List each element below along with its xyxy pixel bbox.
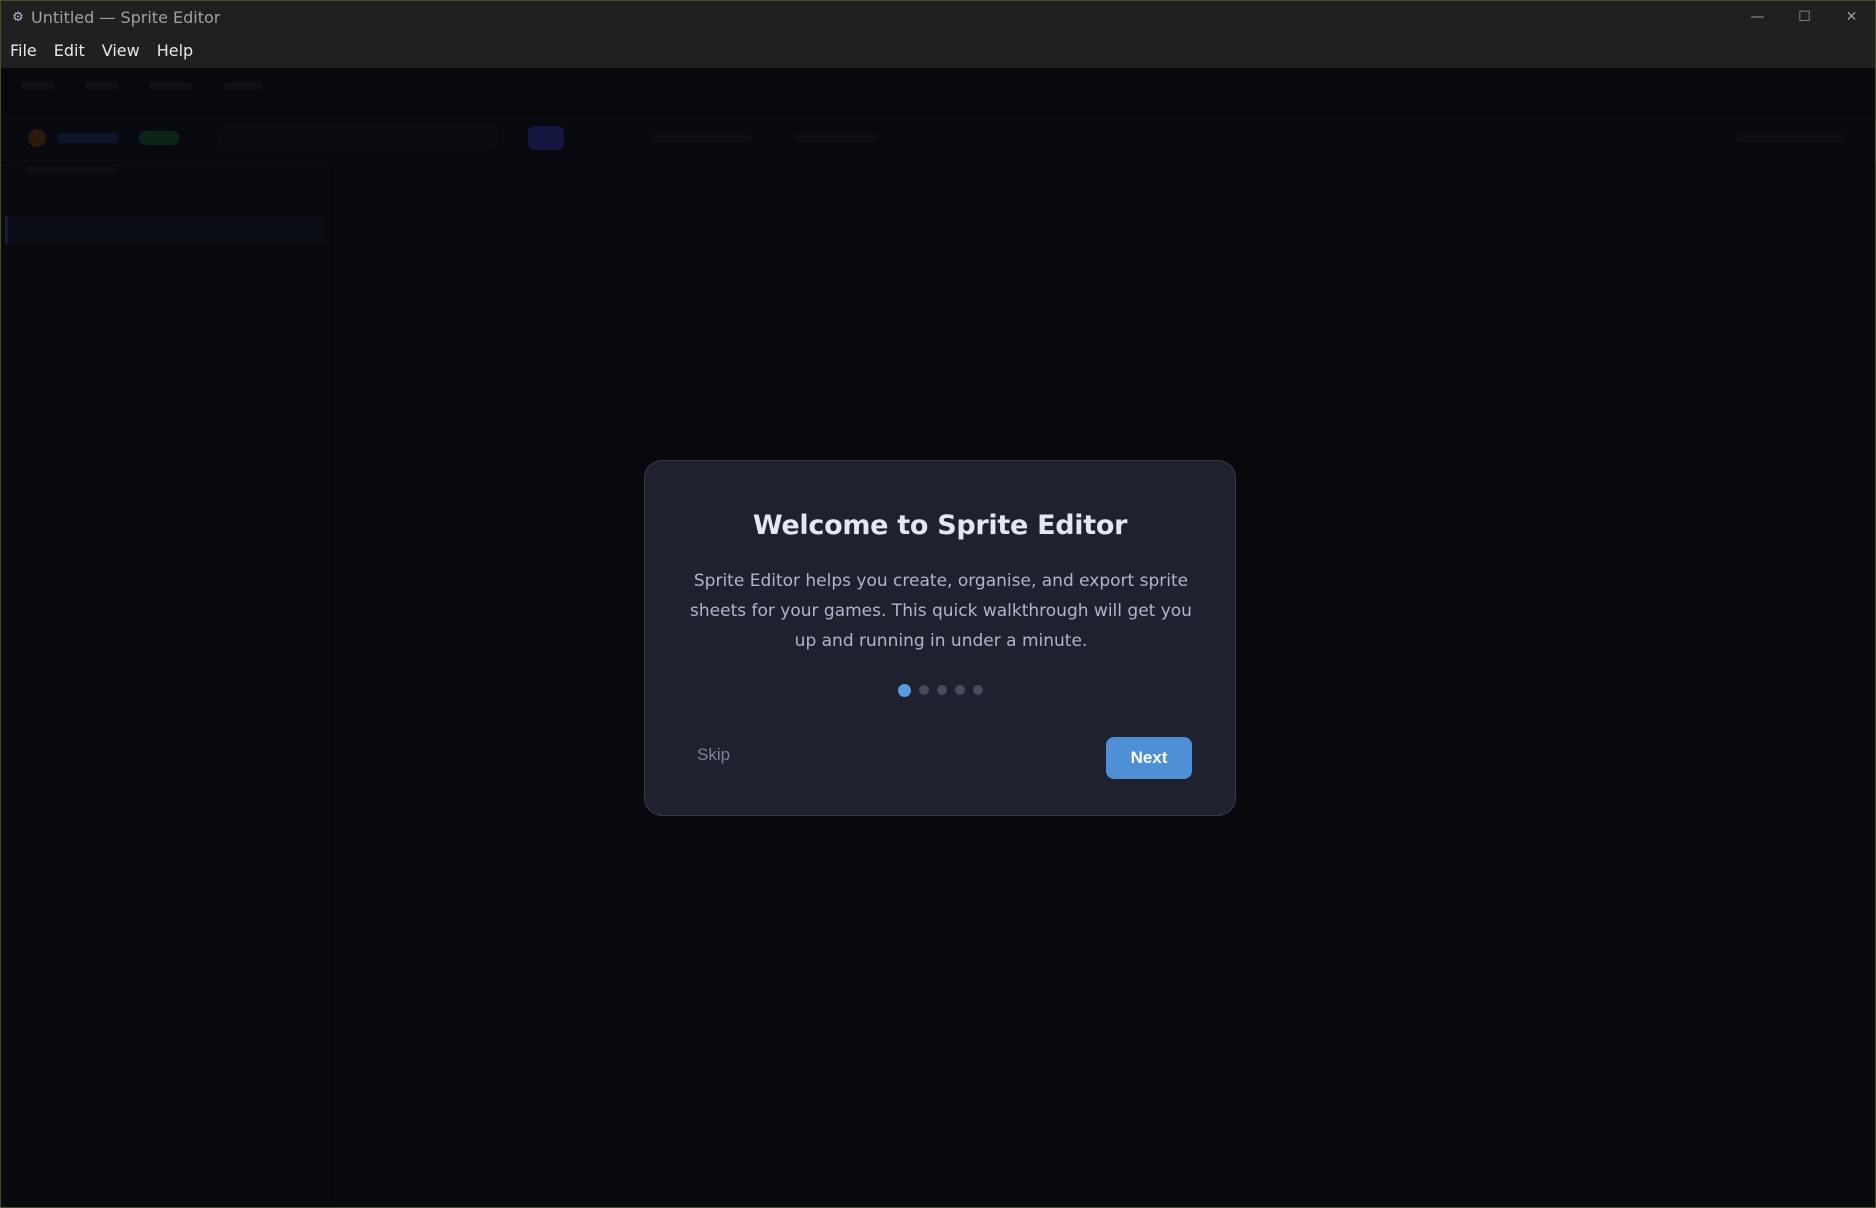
dimmed-toolbar-link bbox=[796, 134, 876, 142]
skip-button[interactable]: Skip bbox=[697, 745, 730, 765]
dimmed-search-input bbox=[219, 125, 499, 151]
step-dot[interactable] bbox=[972, 685, 983, 695]
dimmed-sidebar-item bbox=[5, 216, 324, 244]
step-dot[interactable] bbox=[954, 685, 965, 695]
dimmed-menu-item bbox=[85, 82, 119, 90]
app-window: ⚙ Untitled — Sprite Editor — ☐ ✕ File Ed… bbox=[0, 0, 1876, 1208]
minimize-button[interactable]: — bbox=[1734, 1, 1781, 33]
title-bar[interactable]: ⚙ Untitled — Sprite Editor — ☐ ✕ bbox=[1, 1, 1875, 33]
welcome-dialog: Welcome to Sprite Editor Sprite Editor h… bbox=[644, 460, 1236, 816]
menu-edit[interactable]: Edit bbox=[45, 41, 93, 60]
menu-bar: File Edit View Help bbox=[1, 33, 1875, 68]
step-dot[interactable] bbox=[918, 685, 929, 695]
dimmed-menu-item bbox=[21, 82, 55, 90]
maximize-button[interactable]: ☐ bbox=[1781, 1, 1828, 33]
dimmed-tool-chip bbox=[528, 126, 564, 150]
step-indicator bbox=[645, 683, 1235, 697]
dimmed-sidebar bbox=[1, 161, 330, 1207]
close-button[interactable]: ✕ bbox=[1828, 1, 1875, 33]
dimmed-status-badge bbox=[139, 131, 179, 145]
menu-view[interactable]: View bbox=[93, 41, 148, 60]
dimmed-sidebar-heading bbox=[25, 166, 115, 174]
dimmed-logo-icon bbox=[28, 129, 46, 147]
step-dot-active[interactable] bbox=[897, 683, 911, 697]
menu-help[interactable]: Help bbox=[148, 41, 201, 60]
next-button[interactable]: Next bbox=[1106, 737, 1192, 779]
dimmed-toolbar-right bbox=[1735, 134, 1845, 142]
window-controls: — ☐ ✕ bbox=[1734, 1, 1875, 33]
menu-file[interactable]: File bbox=[1, 41, 45, 60]
app-gear-icon: ⚙ bbox=[12, 9, 24, 25]
dimmed-toolbar-link bbox=[651, 134, 751, 142]
dimmed-menu-item bbox=[149, 82, 193, 90]
dimmed-menu bbox=[21, 82, 263, 90]
dimmed-app-name bbox=[57, 133, 119, 143]
dimmed-toolbar bbox=[1, 116, 1875, 161]
dialog-description: Sprite Editor helps you create, organise… bbox=[690, 571, 1192, 651]
dialog-title: Welcome to Sprite Editor bbox=[752, 510, 1128, 541]
dimmed-menu-item bbox=[223, 82, 263, 90]
window-title: Untitled — Sprite Editor bbox=[31, 7, 221, 27]
step-dot[interactable] bbox=[936, 685, 947, 695]
